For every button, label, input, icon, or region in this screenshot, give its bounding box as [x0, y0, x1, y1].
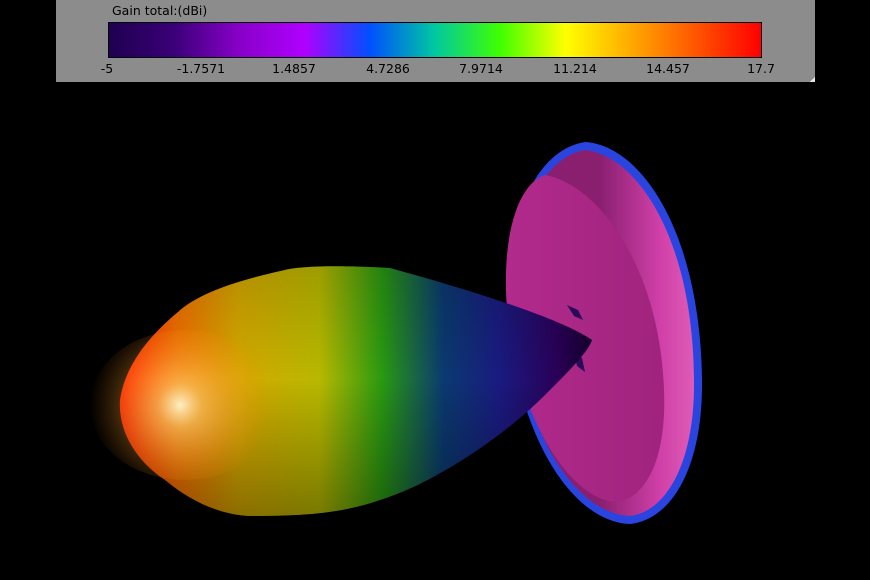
colorbar-tick: 1.4857	[272, 61, 316, 76]
lobe-highlight	[90, 330, 280, 480]
3d-viewport[interactable]: Gain total:(dBi) -5 -1.7571 1.4857 4.728…	[0, 0, 870, 580]
legend-resize-grip[interactable]	[810, 77, 815, 82]
colorbar-tick: -1.7571	[176, 61, 226, 76]
colorbar-tick: -5	[100, 61, 114, 76]
colorbar-tick: 17.7	[747, 61, 775, 76]
colorbar-tick: 14.457	[646, 61, 690, 76]
legend-title: Gain total:(dBi)	[112, 3, 208, 18]
colorbar-legend[interactable]: Gain total:(dBi) -5 -1.7571 1.4857 4.728…	[56, 0, 815, 82]
colorbar-gradient	[108, 22, 762, 58]
radiation-pattern-scene[interactable]	[0, 0, 870, 580]
colorbar-tick: 11.214	[553, 61, 597, 76]
colorbar-tick: 7.9714	[459, 61, 503, 76]
colorbar-tick: 4.7286	[366, 61, 410, 76]
